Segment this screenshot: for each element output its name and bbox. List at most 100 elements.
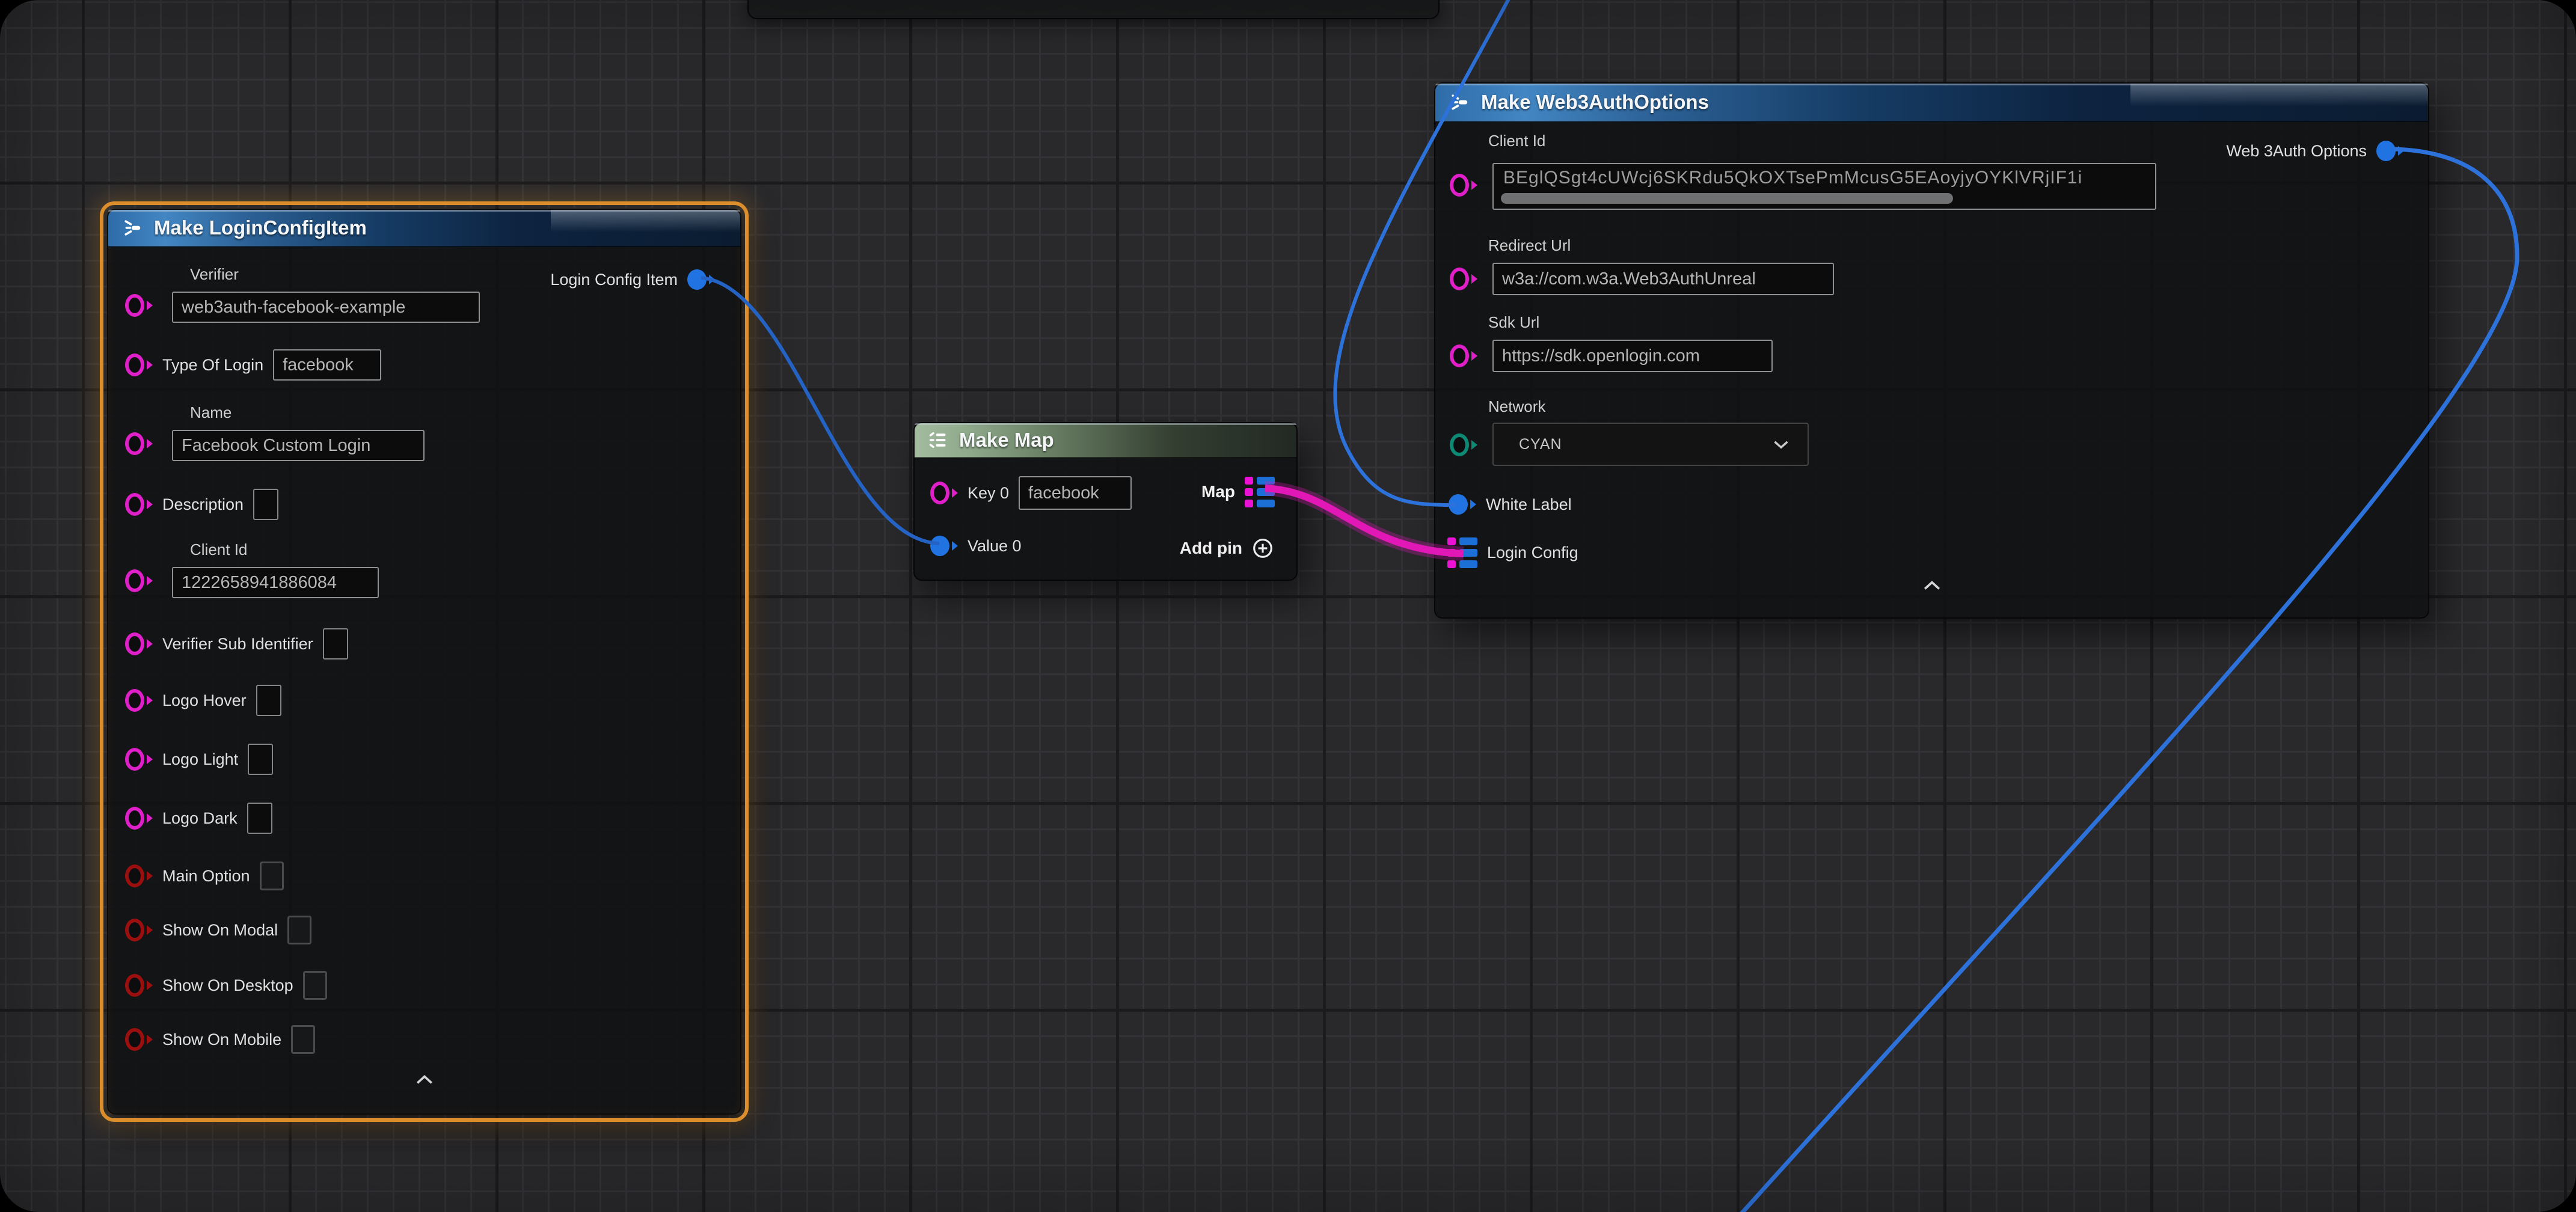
- make-map-icon: [928, 430, 948, 450]
- logo-light-input[interactable]: [248, 744, 273, 775]
- row-type-of-login: Type Of Login facebook: [125, 349, 381, 381]
- pin-label: Verifier Sub Identifier: [162, 635, 313, 653]
- type-of-login-input[interactable]: facebook: [273, 349, 381, 381]
- input-pin-key-0[interactable]: [930, 482, 958, 504]
- pin-label: White Label: [1486, 495, 1572, 514]
- collapse-node-button[interactable]: [1923, 580, 1941, 594]
- row-logo-light: Logo Light: [125, 744, 273, 775]
- pin-label: Description: [162, 495, 244, 514]
- field-label-client-id: Client Id: [190, 540, 247, 559]
- row-logo-dark: Logo Dark: [125, 803, 272, 834]
- node-title: Make Map: [959, 429, 1054, 451]
- type-of-login-value: facebook: [283, 355, 354, 375]
- output-pin-label: Login Config Item: [550, 271, 678, 289]
- row-main-option: Main Option: [125, 860, 284, 892]
- name-input[interactable]: Facebook Custom Login: [172, 430, 425, 461]
- main-option-checkbox[interactable]: [260, 862, 284, 890]
- input-pin-show-on-modal[interactable]: [125, 919, 153, 941]
- input-pin-logo-light[interactable]: [125, 748, 153, 771]
- pin-label: Type Of Login: [162, 356, 263, 375]
- key-0-input[interactable]: facebook: [1019, 476, 1132, 510]
- field-label-network: Network: [1488, 397, 1545, 416]
- sdk-url-input[interactable]: https://sdk.openlogin.com: [1492, 340, 1773, 372]
- show-on-desktop-checkbox[interactable]: [303, 971, 327, 1000]
- row-show-on-modal: Show On Modal: [125, 914, 311, 946]
- input-pin-logo-dark[interactable]: [125, 807, 153, 830]
- field-label-name: Name: [190, 403, 232, 422]
- row-login-config: Login Config: [1447, 537, 1578, 568]
- pin-label: Login Config: [1487, 543, 1578, 562]
- row-show-on-mobile: Show On Mobile: [125, 1024, 315, 1055]
- client-id-input[interactable]: 1222658941886084: [172, 567, 379, 598]
- field-label-redirect-url: Redirect Url: [1488, 236, 1571, 255]
- row-logo-hover: Logo Hover: [125, 685, 281, 716]
- node-header-make-map[interactable]: Make Map: [915, 423, 1296, 458]
- input-pin-client-id[interactable]: [1450, 174, 1477, 197]
- output-row-map: Map: [1201, 476, 1275, 507]
- input-pin-verifier-sub-identifier[interactable]: [125, 632, 153, 655]
- input-pin-logo-hover[interactable]: [125, 689, 153, 712]
- sdk-url-value: https://sdk.openlogin.com: [1502, 346, 1700, 366]
- blueprint-graph-canvas[interactable]: Make LoginConfigItem Login Config Item V…: [0, 0, 2576, 1212]
- node-title: Make LoginConfigItem: [154, 216, 367, 239]
- row-verifier-sub-identifier: Verifier Sub Identifier: [125, 628, 348, 660]
- row-show-on-desktop: Show On Desktop: [125, 970, 327, 1001]
- network-selected-value: CYAN: [1519, 436, 1562, 453]
- network-dropdown[interactable]: CYAN: [1492, 423, 1809, 466]
- name-value: Facebook Custom Login: [182, 436, 370, 456]
- node-header-make-web3authoptions[interactable]: Make Web3AuthOptions: [1435, 84, 2428, 122]
- show-on-modal-checkbox[interactable]: [287, 916, 311, 944]
- logo-hover-input[interactable]: [256, 685, 281, 716]
- show-on-mobile-checkbox[interactable]: [291, 1025, 315, 1054]
- node-make-loginconfigitem[interactable]: Make LoginConfigItem Login Config Item V…: [107, 209, 741, 1115]
- input-pin-network[interactable]: [1450, 433, 1477, 456]
- row-value-0: Value 0: [930, 530, 1022, 562]
- row-key-0: Key 0 facebook: [930, 477, 1132, 509]
- chevron-up-icon: [416, 1074, 434, 1085]
- offscreen-node-bottom-edge: [747, 0, 1440, 19]
- input-pin-show-on-desktop[interactable]: [125, 974, 153, 997]
- add-pin-button[interactable]: Add pin: [1180, 533, 1274, 564]
- pin-label: Show On Mobile: [162, 1030, 281, 1049]
- pin-label: Main Option: [162, 867, 250, 886]
- input-pin-type-of-login[interactable]: [125, 354, 153, 376]
- input-pin-show-on-mobile[interactable]: [125, 1028, 153, 1051]
- logo-dark-input[interactable]: [247, 803, 272, 834]
- pin-label: Logo Dark: [162, 809, 238, 828]
- add-pin-label: Add pin: [1180, 539, 1242, 558]
- redirect-url-value: w3a://com.w3a.Web3AuthUnreal: [1502, 269, 1756, 289]
- output-row-web3auth-options: Web 3Auth Options: [2226, 135, 2404, 167]
- input-pin-redirect-url[interactable]: [1450, 268, 1477, 290]
- chevron-up-icon: [1923, 580, 1941, 591]
- plus-circle-icon: [1252, 537, 1274, 559]
- input-pin-client-id[interactable]: [125, 569, 153, 592]
- make-struct-icon: [121, 217, 143, 239]
- field-label-verifier: Verifier: [190, 265, 239, 284]
- redirect-url-input[interactable]: w3a://com.w3a.Web3AuthUnreal: [1492, 263, 1834, 295]
- node-make-web3authoptions[interactable]: Make Web3AuthOptions Web 3Auth Options C…: [1434, 82, 2429, 619]
- row-description: Description: [125, 489, 278, 520]
- description-input[interactable]: [253, 489, 278, 520]
- pin-label: Show On Desktop: [162, 976, 293, 995]
- field-label-client-id: Client Id: [1488, 132, 1545, 150]
- client-id-scrollbar[interactable]: [1501, 193, 1953, 204]
- chevron-down-icon: [1773, 439, 1789, 450]
- node-make-map[interactable]: Make Map Key 0 facebook Map Value 0 Add …: [913, 422, 1298, 581]
- output-pin-label: Map: [1201, 482, 1235, 501]
- client-id-input[interactable]: BEglQSgt4cUWcj6SKRdu5QkOXTsePmMcusG5EAoy…: [1492, 163, 2156, 210]
- node-header-make-loginconfigitem[interactable]: Make LoginConfigItem: [108, 210, 740, 247]
- pin-label: Value 0: [968, 537, 1022, 556]
- pin-label: Logo Hover: [162, 691, 247, 710]
- output-pin-label: Web 3Auth Options: [2226, 142, 2367, 161]
- input-pin-name[interactable]: [125, 432, 153, 455]
- input-pin-description[interactable]: [125, 493, 153, 516]
- verifier-sub-identifier-input[interactable]: [323, 628, 348, 660]
- verifier-input[interactable]: web3auth-facebook-example: [172, 292, 480, 323]
- input-pin-value-0[interactable]: [930, 536, 958, 556]
- input-pin-verifier[interactable]: [125, 294, 153, 317]
- node-title: Make Web3AuthOptions: [1481, 91, 1709, 114]
- row-white-label: White Label: [1449, 489, 1572, 520]
- input-pin-sdk-url[interactable]: [1450, 344, 1477, 367]
- collapse-node-button[interactable]: [416, 1074, 434, 1088]
- input-pin-main-option[interactable]: [125, 865, 153, 887]
